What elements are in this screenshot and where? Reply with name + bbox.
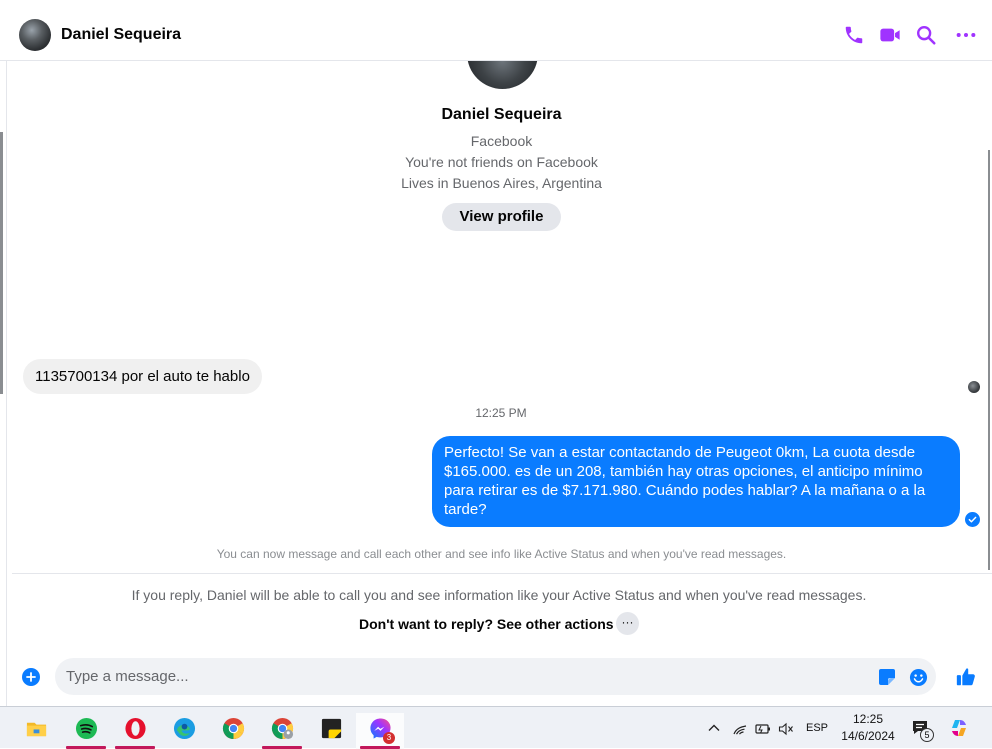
- incoming-message[interactable]: 1135700134 por el auto te hablo: [23, 359, 262, 394]
- spotify-icon: [75, 717, 98, 740]
- taskbar-sticky-notes[interactable]: [307, 713, 355, 749]
- seen-avatar: [968, 381, 980, 393]
- sticky-notes-icon: [320, 717, 343, 740]
- chevron-up-icon[interactable]: [707, 721, 721, 735]
- messenger-window: Daniel Sequeira Daniel Sequeira Facebook…: [0, 0, 992, 706]
- profile-source: Facebook: [470, 133, 533, 149]
- battery-icon[interactable]: [754, 722, 771, 736]
- messenger-badge: 3: [383, 732, 395, 744]
- video-camera-icon[interactable]: [879, 24, 901, 46]
- reply-notice: If you reply, Daniel will be able to cal…: [131, 587, 867, 603]
- taskbar-spotify[interactable]: [62, 713, 110, 749]
- notification-count: 5: [920, 728, 934, 742]
- system-clock[interactable]: 12:25 14/6/2024: [838, 711, 898, 745]
- more-options-icon[interactable]: [955, 24, 977, 46]
- message-timestamp: 12:25 PM: [475, 406, 527, 420]
- taskbar-opera[interactable]: [111, 713, 159, 749]
- profile-name: Daniel Sequeira: [441, 106, 562, 123]
- left-scroll-edge: [0, 132, 3, 394]
- outgoing-message[interactable]: Perfecto! Se van a estar contactando de …: [432, 436, 960, 527]
- like-icon[interactable]: [955, 666, 977, 688]
- opera-icon: [124, 717, 147, 740]
- friend-status: You're not friends on Facebook: [405, 154, 598, 170]
- scrollbar[interactable]: [988, 150, 990, 570]
- phone-icon[interactable]: [843, 24, 865, 46]
- taskbar-chrome[interactable]: [209, 713, 257, 749]
- edge-icon: [173, 717, 196, 740]
- sticker-icon[interactable]: [878, 668, 896, 686]
- delivered-check-icon: [965, 512, 980, 527]
- language-indicator[interactable]: ESP: [806, 722, 828, 734]
- emoji-icon[interactable]: [909, 668, 928, 687]
- conversation-header: Daniel Sequeira: [0, 0, 992, 61]
- wifi-icon[interactable]: [732, 721, 748, 737]
- volume-muted-icon[interactable]: [778, 722, 794, 736]
- chrome-icon: [222, 717, 245, 740]
- view-profile-button[interactable]: View profile: [442, 203, 561, 231]
- profile-location: Lives in Buenos Aires, Argentina: [401, 175, 602, 191]
- other-actions-link[interactable]: Don't want to reply? See other actions: [359, 616, 614, 632]
- search-icon[interactable]: [915, 24, 937, 46]
- taskbar-file-explorer[interactable]: [12, 713, 60, 749]
- clock-date: 14/6/2024: [841, 729, 895, 743]
- avatar[interactable]: [19, 19, 51, 51]
- taskbar-chrome-profile[interactable]: [258, 713, 306, 749]
- divider: [12, 573, 992, 574]
- add-attachment-button[interactable]: [22, 668, 40, 686]
- contact-name[interactable]: Daniel Sequeira: [61, 26, 181, 44]
- chrome-profile-icon: [271, 717, 294, 740]
- file-explorer-icon: [25, 717, 48, 740]
- taskbar-edge[interactable]: [160, 713, 208, 749]
- active-status-info: You can now message and call each other …: [216, 547, 787, 561]
- clock-time: 12:25: [852, 712, 884, 726]
- other-actions-more-button[interactable]: ···: [616, 612, 639, 635]
- message-input[interactable]: [55, 658, 936, 695]
- copilot-icon[interactable]: [949, 718, 969, 738]
- taskbar-messenger[interactable]: 3: [356, 713, 404, 749]
